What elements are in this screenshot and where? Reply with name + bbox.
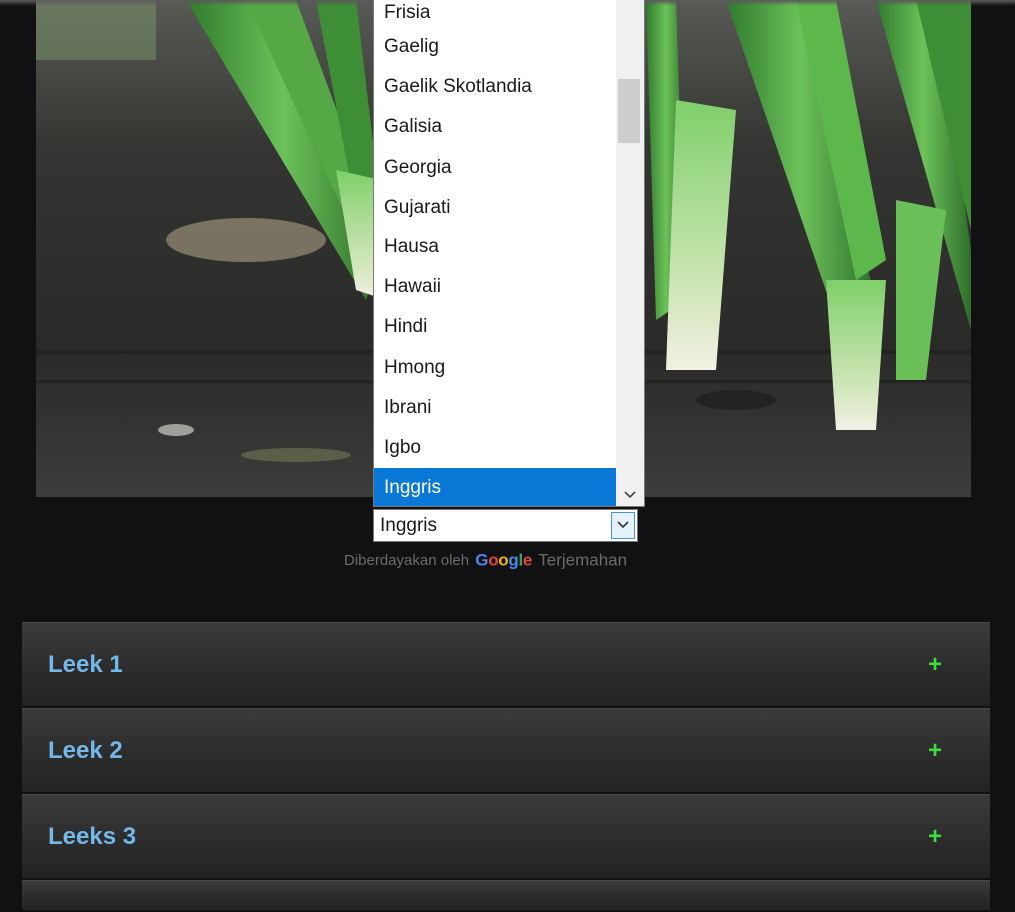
accordion-item[interactable]: Leek 1 +: [22, 622, 990, 706]
accordion: Leek 1 + Leek 2 + Leeks 3 +: [22, 622, 990, 912]
language-option[interactable]: Gujarati: [374, 188, 616, 228]
powered-by-text: Diberdayakan oleh: [344, 551, 470, 569]
chevron-down-icon[interactable]: [611, 512, 635, 539]
language-select-value: Inggris: [380, 515, 438, 536]
language-dropdown-list[interactable]: Frisia Gaelig Gaelik Skotlandia Galisia …: [373, 0, 645, 507]
accordion-title[interactable]: Leek 1: [48, 623, 123, 707]
expand-plus-icon[interactable]: +: [928, 623, 942, 707]
chevron-down-icon[interactable]: [616, 482, 644, 506]
expand-plus-icon[interactable]: +: [928, 709, 942, 793]
accordion-title[interactable]: Leek 2: [48, 709, 123, 793]
accordion-item[interactable]: Leeks 3 +: [22, 794, 990, 878]
accordion-title[interactable]: Leeks 3: [48, 795, 136, 879]
language-option[interactable]: Gaelik Skotlandia: [374, 67, 616, 107]
language-list-scrollbar[interactable]: [616, 0, 644, 506]
language-option[interactable]: Georgia: [374, 148, 616, 188]
translate-link[interactable]: Terjemahan: [538, 550, 627, 569]
language-option[interactable]: Gaelig: [374, 27, 616, 67]
language-option[interactable]: Hmong: [374, 348, 616, 388]
language-option[interactable]: Ibrani: [374, 388, 616, 428]
language-select[interactable]: Inggris: [373, 509, 638, 542]
language-option-selected[interactable]: Inggris: [374, 468, 616, 506]
powered-by-google-translate: Diberdayakan oleh Google Terjemahan: [344, 550, 674, 572]
accordion-item-partial[interactable]: [22, 880, 990, 910]
accordion-item[interactable]: Leek 2 +: [22, 708, 990, 792]
language-option[interactable]: Hausa: [374, 227, 616, 267]
language-option[interactable]: Galisia: [374, 107, 616, 147]
language-option[interactable]: Hawaii: [374, 267, 616, 307]
scrollbar-thumb[interactable]: [618, 79, 640, 143]
language-option[interactable]: Hindi: [374, 307, 616, 347]
language-option[interactable]: Igbo: [374, 428, 616, 468]
expand-plus-icon[interactable]: +: [928, 795, 942, 879]
google-logo: Google: [475, 550, 533, 570]
